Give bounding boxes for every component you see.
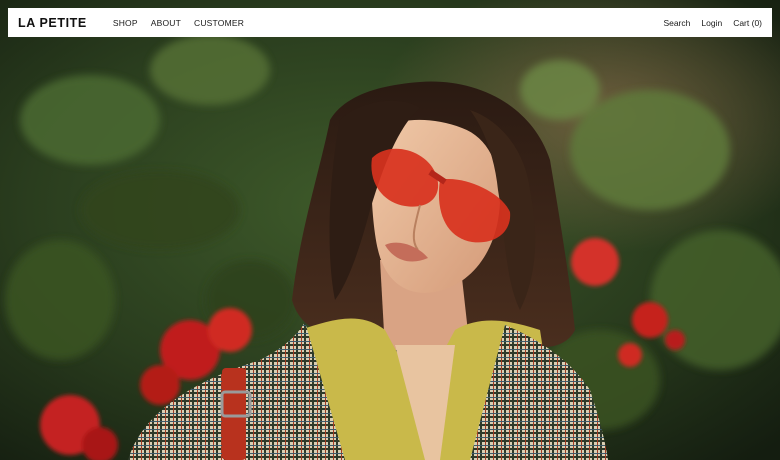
top-navbar: LA PETITE SHOP ABOUT CUSTOMER Search Log… bbox=[8, 8, 772, 37]
nav-shop-link[interactable]: SHOP bbox=[113, 18, 138, 28]
primary-nav: SHOP ABOUT CUSTOMER bbox=[113, 18, 244, 28]
brand-logo[interactable]: LA PETITE bbox=[18, 16, 87, 30]
search-link[interactable]: Search bbox=[663, 18, 690, 28]
utility-nav: Search Login Cart (0) bbox=[663, 18, 762, 28]
cart-link[interactable]: Cart (0) bbox=[733, 18, 762, 28]
nav-customer-link[interactable]: CUSTOMER bbox=[194, 18, 244, 28]
nav-about-link[interactable]: ABOUT bbox=[151, 18, 181, 28]
page: LA PETITE SHOP ABOUT CUSTOMER Search Log… bbox=[0, 0, 780, 460]
hero-image bbox=[0, 0, 780, 460]
login-link[interactable]: Login bbox=[701, 18, 722, 28]
